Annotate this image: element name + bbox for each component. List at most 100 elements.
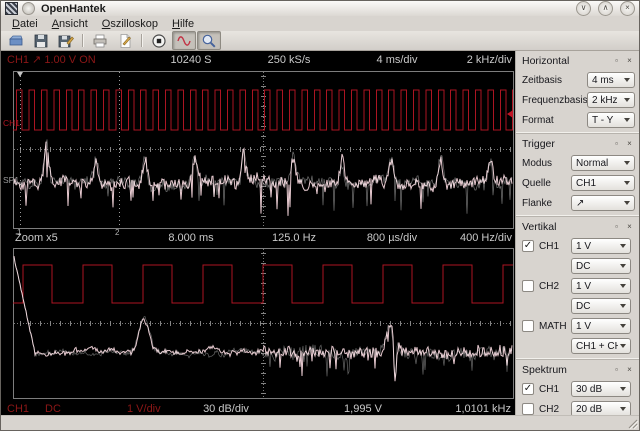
row-math: MATH 1 V [522,318,635,334]
ch2-coupling-select[interactable]: DC [571,298,631,314]
window-title: OpenHantek [41,2,106,15]
marker-2-label[interactable]: 2 [115,229,119,237]
menu-oszilloskop[interactable]: Oszilloskop [95,18,165,30]
spectrum-ch2-checkbox[interactable] [522,403,534,415]
export-button[interactable] [113,31,137,50]
magnifier-icon [202,34,216,48]
format-label: Format [522,114,554,126]
math-label: MATH [539,320,567,332]
chevron-down-icon [620,284,626,288]
rising-edge-icon: ↗ [576,197,585,209]
dock-trigger: Trigger ▫ × Modus Normal Quelle CH1 Flan… [516,133,639,216]
math-checkbox[interactable] [522,320,534,332]
ch2-coupling-value: DC [576,300,591,312]
chevron-down-icon [620,264,626,268]
math-gain-select[interactable]: 1 V [571,318,631,334]
zoom-timebase: 800 µs/div [366,232,418,244]
format-value: T - Y [592,114,614,126]
dock-close-icon[interactable]: × [624,139,635,150]
trigger-mode-select[interactable]: Normal [571,155,635,171]
title-bar[interactable]: OpenHantek ∨ ∧ × [1,1,639,16]
open-icon [9,35,23,45]
trigger-level-marker [507,110,513,118]
trigger-slope-select[interactable]: ↗ [571,195,635,211]
minimize-button[interactable]: ∨ [576,1,591,16]
status-strip [1,415,639,430]
dock-float-icon[interactable]: ▫ [611,222,622,233]
chevron-down-icon [620,407,626,411]
resize-grip[interactable] [626,417,638,429]
trigger-mode-value: Normal [576,157,609,169]
save-as-icon [58,35,74,47]
print-button[interactable] [88,31,112,50]
row-ch1-coupling: DC [522,258,635,274]
spectrum-ch1-label: CH1 [539,383,560,395]
row-ch2: CH2 1 V [522,278,635,294]
frequenzbasis-select[interactable]: 2 kHz [587,92,635,108]
zoom-button[interactable] [197,31,221,50]
toolbar-separator [141,34,143,47]
open-button[interactable] [4,31,28,50]
dock-trigger-titlebar[interactable]: Trigger ▫ × [522,137,635,151]
frequenzbasis-value: 2 kHz [592,94,618,106]
maximize-button[interactable]: ∧ [598,1,613,16]
dock-close-icon[interactable]: × [624,56,635,67]
samplerate: 250 kS/s [267,54,311,66]
dock-spectrum: Spektrum ▫ × CH1 30 dB CH2 20 dB [516,359,639,419]
chevron-down-icon [620,344,626,348]
scope-display: CH1 ↗ 1.00 V ON 10240 S 250 kS/s 4 ms/di… [1,51,517,419]
scope-zoom-graticule[interactable] [1,248,517,399]
dock-horizontal-titlebar[interactable]: Horizontal ▫ × [522,54,635,68]
scope-main-graticule[interactable]: CH1 SP1 [1,70,517,229]
save-as-button[interactable] [54,31,78,50]
record-length: 10240 S [170,54,212,66]
dock-close-icon[interactable]: × [624,222,635,233]
ch1-label: CH1 [539,240,560,252]
dock-title: Trigger [522,138,555,150]
chevron-down-icon [624,98,630,102]
row-ch1: CH1 1 V [522,238,635,254]
digital-phosphor-button[interactable] [172,31,196,50]
menu-bar: Datei Ansicht Oszilloskop Hilfe [1,16,639,31]
row-spectrum-ch1: CH1 30 dB [522,381,635,397]
dock-float-icon[interactable]: ▫ [611,139,622,150]
dock-title: Horizontal [522,55,570,67]
dock-float-icon[interactable]: ▫ [611,365,622,376]
menu-datei[interactable]: Datei [5,18,45,30]
spectrum-ch1-magnitude-select[interactable]: 30 dB [571,381,631,397]
dock-vertical-titlebar[interactable]: Vertikal ▫ × [522,220,635,234]
save-icon [34,34,48,47]
spectrum-ch1-magnitude-value: 30 dB [576,383,603,395]
spectrum-ch1-checkbox[interactable] [522,383,534,395]
dock-title: Vertikal [522,221,557,233]
zoom-factor: Zoom x5 [15,232,58,244]
frequenzbasis-label: Frequenzbasis [522,94,587,106]
row-zeitbasis: Zeitbasis 4 ms [522,72,635,88]
dock-float-icon[interactable]: ▫ [611,56,622,67]
ch2-gain-select[interactable]: 1 V [571,278,631,294]
sine-wave-icon [177,35,191,46]
dock-close-icon[interactable]: × [624,365,635,376]
modus-label: Modus [522,157,553,169]
close-button[interactable]: × [620,1,635,16]
menu-hilfe[interactable]: Hilfe [165,18,201,30]
trigger-source-value: CH1 [576,177,597,189]
row-frequenzbasis: Frequenzbasis 2 kHz [522,92,635,108]
ch1-checkbox[interactable] [522,240,534,252]
zeitbasis-label: Zeitbasis [522,74,563,86]
print-icon [93,34,107,47]
ch1-coupling-select[interactable]: DC [571,258,631,274]
format-select[interactable]: T - Y [587,112,635,128]
trigger-source-select[interactable]: CH1 [571,175,635,191]
ch1-gain-select[interactable]: 1 V [571,238,631,254]
math-mode-select[interactable]: CH1 + CH2 [571,338,631,354]
trigger-status: CH1 ↗ 1.00 V ON [7,54,96,66]
record-button[interactable] [147,31,171,50]
ch2-checkbox[interactable] [522,280,534,292]
save-button[interactable] [29,31,53,50]
zeitbasis-select[interactable]: 4 ms [587,72,635,88]
chevron-down-icon [624,181,630,185]
menu-ansicht[interactable]: Ansicht [45,18,95,30]
dock-spectrum-titlebar[interactable]: Spektrum ▫ × [522,363,635,377]
frequencybase-readout: 2 kHz/div [466,54,512,66]
